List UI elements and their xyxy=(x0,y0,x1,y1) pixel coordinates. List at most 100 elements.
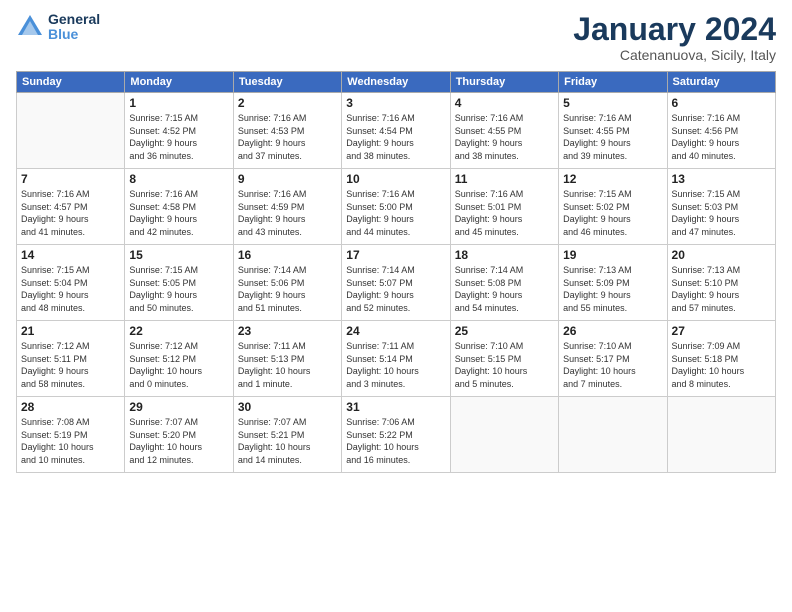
day-number: 10 xyxy=(346,172,445,186)
day-info: Sunrise: 7:15 AM Sunset: 4:52 PM Dayligh… xyxy=(129,112,228,162)
day-number: 15 xyxy=(129,248,228,262)
calendar-cell: 29 Sunrise: 7:07 AM Sunset: 5:20 PM Dayli… xyxy=(125,397,233,473)
day-info: Sunrise: 7:16 AM Sunset: 4:58 PM Dayligh… xyxy=(129,188,228,238)
calendar-table: SundayMondayTuesdayWednesdayThursdayFrid… xyxy=(16,71,776,473)
day-info: Sunrise: 7:14 AM Sunset: 5:07 PM Dayligh… xyxy=(346,264,445,314)
day-number: 14 xyxy=(21,248,120,262)
day-number: 2 xyxy=(238,96,337,110)
day-info: Sunrise: 7:14 AM Sunset: 5:08 PM Dayligh… xyxy=(455,264,554,314)
day-number: 31 xyxy=(346,400,445,414)
day-info: Sunrise: 7:15 AM Sunset: 5:03 PM Dayligh… xyxy=(672,188,771,238)
calendar-cell: 6Sunrise: 7:16 AM Sunset: 4:56 PM Daylig… xyxy=(667,93,775,169)
calendar-cell: 8 Sunrise: 7:16 AM Sunset: 4:58 PM Daylig… xyxy=(125,169,233,245)
calendar-cell: 19 Sunrise: 7:13 AM Sunset: 5:09 PM Dayli… xyxy=(559,245,667,321)
calendar-cell: 28 Sunrise: 7:08 AM Sunset: 5:19 PM Dayli… xyxy=(17,397,125,473)
day-number: 29 xyxy=(129,400,228,414)
day-info: Sunrise: 7:11 AM Sunset: 5:14 PM Dayligh… xyxy=(346,340,445,390)
weekday-header: Saturday xyxy=(667,72,775,93)
day-info: Sunrise: 7:16 AM Sunset: 5:00 PM Dayligh… xyxy=(346,188,445,238)
day-info: Sunrise: 7:16 AM Sunset: 4:55 PM Dayligh… xyxy=(455,112,554,162)
day-number: 25 xyxy=(455,324,554,338)
calendar-cell: 1 Sunrise: 7:15 AM Sunset: 4:52 PM Daylig… xyxy=(125,93,233,169)
day-number: 27 xyxy=(672,324,771,338)
calendar-cell: 18 Sunrise: 7:14 AM Sunset: 5:08 PM Dayli… xyxy=(450,245,558,321)
day-info: Sunrise: 7:08 AM Sunset: 5:19 PM Dayligh… xyxy=(21,416,120,466)
calendar-cell: 26 Sunrise: 7:10 AM Sunset: 5:17 PM Dayli… xyxy=(559,321,667,397)
day-number: 8 xyxy=(129,172,228,186)
day-number: 30 xyxy=(238,400,337,414)
day-number: 3 xyxy=(346,96,445,110)
day-info: Sunrise: 7:15 AM Sunset: 5:02 PM Dayligh… xyxy=(563,188,662,238)
day-number: 12 xyxy=(563,172,662,186)
day-info: Sunrise: 7:07 AM Sunset: 5:20 PM Dayligh… xyxy=(129,416,228,466)
calendar-cell: 27 Sunrise: 7:09 AM Sunset: 5:18 PM Dayli… xyxy=(667,321,775,397)
calendar-cell: 2 Sunrise: 7:16 AM Sunset: 4:53 PM Daylig… xyxy=(233,93,341,169)
calendar-cell: 12 Sunrise: 7:15 AM Sunset: 5:02 PM Dayli… xyxy=(559,169,667,245)
day-number: 28 xyxy=(21,400,120,414)
day-info: Sunrise: 7:12 AM Sunset: 5:12 PM Dayligh… xyxy=(129,340,228,390)
calendar-cell: 30 Sunrise: 7:07 AM Sunset: 5:21 PM Dayli… xyxy=(233,397,341,473)
weekday-header: Sunday xyxy=(17,72,125,93)
calendar-cell: 10 Sunrise: 7:16 AM Sunset: 5:00 PM Dayli… xyxy=(342,169,450,245)
day-info: Sunrise: 7:06 AM Sunset: 5:22 PM Dayligh… xyxy=(346,416,445,466)
calendar-cell xyxy=(559,397,667,473)
calendar-cell: 25 Sunrise: 7:10 AM Sunset: 5:15 PM Dayli… xyxy=(450,321,558,397)
day-number: 19 xyxy=(563,248,662,262)
day-number: 24 xyxy=(346,324,445,338)
weekday-header: Tuesday xyxy=(233,72,341,93)
day-info: Sunrise: 7:07 AM Sunset: 5:21 PM Dayligh… xyxy=(238,416,337,466)
weekday-header: Thursday xyxy=(450,72,558,93)
day-info: Sunrise: 7:15 AM Sunset: 5:05 PM Dayligh… xyxy=(129,264,228,314)
calendar-cell: 24 Sunrise: 7:11 AM Sunset: 5:14 PM Dayli… xyxy=(342,321,450,397)
calendar-cell: 22 Sunrise: 7:12 AM Sunset: 5:12 PM Dayli… xyxy=(125,321,233,397)
header: General Blue January 2024 Catenanuova, S… xyxy=(16,12,776,63)
calendar-cell: 16Sunrise: 7:14 AM Sunset: 5:06 PM Dayli… xyxy=(233,245,341,321)
title-block: January 2024 Catenanuova, Sicily, Italy xyxy=(573,12,776,63)
day-number: 21 xyxy=(21,324,120,338)
day-info: Sunrise: 7:10 AM Sunset: 5:15 PM Dayligh… xyxy=(455,340,554,390)
day-number: 22 xyxy=(129,324,228,338)
day-number: 7 xyxy=(21,172,120,186)
day-info: Sunrise: 7:15 AM Sunset: 5:04 PM Dayligh… xyxy=(21,264,120,314)
calendar-cell: 3Sunrise: 7:16 AM Sunset: 4:54 PM Daylig… xyxy=(342,93,450,169)
day-info: Sunrise: 7:16 AM Sunset: 4:55 PM Dayligh… xyxy=(563,112,662,162)
day-info: Sunrise: 7:16 AM Sunset: 4:53 PM Dayligh… xyxy=(238,112,337,162)
calendar-cell: 15 Sunrise: 7:15 AM Sunset: 5:05 PM Dayli… xyxy=(125,245,233,321)
day-info: Sunrise: 7:13 AM Sunset: 5:09 PM Dayligh… xyxy=(563,264,662,314)
day-info: Sunrise: 7:16 AM Sunset: 5:01 PM Dayligh… xyxy=(455,188,554,238)
day-number: 9 xyxy=(238,172,337,186)
day-number: 26 xyxy=(563,324,662,338)
day-info: Sunrise: 7:13 AM Sunset: 5:10 PM Dayligh… xyxy=(672,264,771,314)
logo-icon xyxy=(16,13,44,41)
day-number: 17 xyxy=(346,248,445,262)
calendar-cell xyxy=(17,93,125,169)
weekday-header: Friday xyxy=(559,72,667,93)
day-number: 18 xyxy=(455,248,554,262)
calendar-cell xyxy=(667,397,775,473)
day-number: 6 xyxy=(672,96,771,110)
day-info: Sunrise: 7:12 AM Sunset: 5:11 PM Dayligh… xyxy=(21,340,120,390)
calendar-cell: 20 Sunrise: 7:13 AM Sunset: 5:10 PM Dayli… xyxy=(667,245,775,321)
day-number: 1 xyxy=(129,96,228,110)
calendar-cell: 23Sunrise: 7:11 AM Sunset: 5:13 PM Dayli… xyxy=(233,321,341,397)
calendar-cell: 5 Sunrise: 7:16 AM Sunset: 4:55 PM Daylig… xyxy=(559,93,667,169)
logo: General Blue xyxy=(16,12,100,43)
calendar-cell: 11 Sunrise: 7:16 AM Sunset: 5:01 PM Dayli… xyxy=(450,169,558,245)
day-number: 11 xyxy=(455,172,554,186)
calendar-cell: 21 Sunrise: 7:12 AM Sunset: 5:11 PM Dayli… xyxy=(17,321,125,397)
calendar-cell: 14 Sunrise: 7:15 AM Sunset: 5:04 PM Dayli… xyxy=(17,245,125,321)
calendar-cell: 13Sunrise: 7:15 AM Sunset: 5:03 PM Dayli… xyxy=(667,169,775,245)
logo-line1: General xyxy=(48,12,100,27)
day-number: 5 xyxy=(563,96,662,110)
subtitle: Catenanuova, Sicily, Italy xyxy=(573,47,776,63)
calendar-cell: 7 Sunrise: 7:16 AM Sunset: 4:57 PM Daylig… xyxy=(17,169,125,245)
day-number: 20 xyxy=(672,248,771,262)
main-title: January 2024 xyxy=(573,12,776,47)
day-info: Sunrise: 7:16 AM Sunset: 4:57 PM Dayligh… xyxy=(21,188,120,238)
day-info: Sunrise: 7:10 AM Sunset: 5:17 PM Dayligh… xyxy=(563,340,662,390)
logo-line2: Blue xyxy=(48,27,100,42)
weekday-header: Wednesday xyxy=(342,72,450,93)
page: General Blue January 2024 Catenanuova, S… xyxy=(0,0,792,612)
day-info: Sunrise: 7:09 AM Sunset: 5:18 PM Dayligh… xyxy=(672,340,771,390)
calendar-cell: 4Sunrise: 7:16 AM Sunset: 4:55 PM Daylig… xyxy=(450,93,558,169)
